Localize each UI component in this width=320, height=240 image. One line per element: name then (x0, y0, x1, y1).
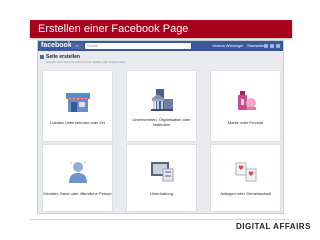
category-label: Künstler, Band oder öffentliche Person (43, 191, 112, 196)
facebook-screenshot: facebook ▪▪ Suche Verena Wiesinger Start… (37, 40, 284, 214)
facebook-logo-tag: ▪▪ (71, 43, 83, 49)
friend-requests-icon[interactable] (264, 44, 268, 48)
search-icon[interactable] (185, 43, 191, 49)
facebook-logo[interactable]: facebook (41, 42, 72, 50)
entertainment-icon (150, 162, 173, 182)
category-card-brand[interactable]: Marke oder Produkt (210, 70, 281, 142)
storefront-icon (65, 93, 90, 112)
category-card-company[interactable]: Unternehmen, Organisation oder Instituti… (126, 70, 197, 142)
category-card-community[interactable]: Anliegen oder Gemeinschaft (210, 144, 281, 212)
slide-title: Erstellen einer Facebook Page (30, 20, 292, 38)
product-icon (237, 91, 256, 110)
person-icon (68, 161, 87, 183)
footer-divider (30, 219, 290, 220)
profile-link[interactable]: Verena Wiesinger (212, 43, 244, 49)
home-link[interactable]: Startseite (247, 43, 264, 49)
category-card-local-business[interactable]: Lokales Unternehmen oder Ort (42, 70, 113, 142)
category-label: Marke oder Produkt (227, 120, 264, 125)
category-card-entertainment[interactable]: Unterhaltung (126, 144, 197, 212)
category-label: Unterhaltung (150, 191, 173, 196)
institution-icon (150, 89, 173, 111)
category-label: Anliegen oder Gemeinschaft (220, 191, 271, 196)
category-card-artist[interactable]: Künstler, Band oder öffentliche Person (42, 144, 113, 212)
community-icon (235, 162, 256, 182)
facebook-top-bar: facebook ▪▪ Suche Verena Wiesinger Start… (38, 41, 283, 51)
search-input[interactable]: Suche (85, 43, 185, 49)
category-label: Lokales Unternehmen oder Ort (50, 120, 105, 125)
page-subtitle: Erstelle eine Seite für deine Firma, Mar… (46, 60, 127, 64)
category-label: Unternehmen, Organisation oder Instituti… (132, 117, 191, 127)
brand-logo: DIGITAL AFFAIRS (236, 222, 311, 231)
notifications-icon[interactable] (276, 44, 280, 48)
pages-icon (40, 55, 44, 59)
messages-icon[interactable] (270, 44, 274, 48)
